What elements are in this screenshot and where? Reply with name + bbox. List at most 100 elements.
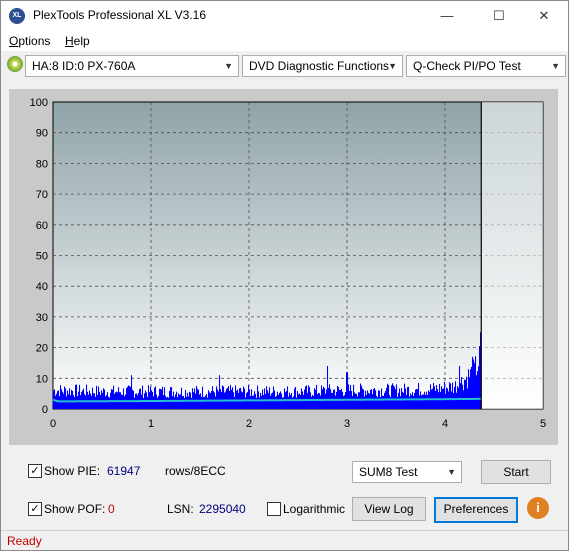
pie-bar bbox=[372, 394, 374, 409]
status-text: Ready bbox=[7, 534, 42, 548]
pie-bar bbox=[364, 396, 366, 409]
y-tick-label: 0 bbox=[42, 404, 48, 416]
pie-bar bbox=[98, 386, 100, 409]
chevron-down-icon: ▼ bbox=[224, 61, 233, 71]
pie-bar bbox=[59, 396, 61, 409]
pie-bar bbox=[239, 388, 241, 409]
pie-bar bbox=[113, 385, 115, 409]
pie-bar bbox=[320, 395, 322, 409]
pie-bar bbox=[398, 392, 400, 409]
pie-bar bbox=[160, 388, 162, 409]
pie-bar bbox=[369, 393, 371, 409]
pie-bar bbox=[290, 395, 292, 409]
pie-bar bbox=[453, 393, 455, 409]
chevron-down-icon: ▼ bbox=[388, 61, 397, 71]
pie-bar bbox=[95, 396, 97, 409]
show-pof-checkbox[interactable]: ✓ bbox=[28, 502, 42, 516]
show-pie-checkbox[interactable]: ✓ bbox=[28, 464, 42, 478]
logarithmic-label: Logarithmic bbox=[283, 502, 346, 516]
pie-bar bbox=[313, 395, 315, 409]
pie-bar bbox=[203, 396, 205, 409]
pie-bar bbox=[419, 395, 421, 409]
pie-bar bbox=[250, 396, 252, 409]
preferences-button[interactable]: Preferences bbox=[434, 497, 518, 523]
pie-bar bbox=[355, 393, 357, 409]
pie-bar bbox=[459, 366, 461, 409]
pie-bar bbox=[308, 385, 310, 409]
pie-bar bbox=[220, 389, 222, 409]
pie-bar bbox=[360, 383, 362, 409]
close-button[interactable]: ✕ bbox=[521, 1, 567, 31]
sum8-test-select[interactable]: SUM8 Test ▼ bbox=[352, 461, 462, 483]
pie-bar bbox=[158, 396, 160, 409]
pie-bar bbox=[273, 386, 275, 409]
show-pof-label: Show POF: bbox=[44, 502, 106, 516]
y-tick-label: 10 bbox=[36, 373, 48, 385]
pie-bar bbox=[411, 395, 413, 409]
pie-bar bbox=[207, 397, 209, 409]
pie-bar bbox=[194, 388, 196, 409]
pie-bar bbox=[167, 396, 169, 409]
pie-bar bbox=[388, 384, 390, 409]
pie-bar bbox=[228, 386, 230, 409]
pie-bar bbox=[150, 386, 152, 409]
pie-bar bbox=[374, 387, 376, 409]
pie-bar bbox=[226, 388, 228, 409]
menu-help-accel: H bbox=[65, 34, 74, 48]
pie-bar bbox=[262, 389, 264, 409]
pie-bar bbox=[449, 382, 451, 409]
start-button[interactable]: Start bbox=[481, 460, 551, 484]
pie-bar bbox=[418, 382, 420, 409]
x-axis-ticks: 0 1 2 3 4 5 bbox=[50, 418, 546, 430]
pie-bar bbox=[155, 386, 157, 409]
pie-bar bbox=[452, 382, 454, 409]
pie-bar bbox=[259, 397, 261, 409]
menu-options[interactable]: Options bbox=[9, 34, 50, 48]
pie-bar bbox=[243, 386, 245, 409]
pie-bar bbox=[393, 385, 395, 409]
pie-bar bbox=[263, 395, 265, 409]
pie-bar bbox=[64, 386, 66, 409]
pie-bar bbox=[174, 397, 176, 409]
view-log-button[interactable]: View Log bbox=[352, 497, 426, 521]
pie-bar bbox=[450, 383, 452, 409]
pie-bar bbox=[266, 386, 268, 409]
pie-bar bbox=[327, 366, 329, 409]
pie-bar bbox=[332, 392, 334, 409]
pie-bar bbox=[264, 388, 266, 409]
test-select[interactable]: Q-Check PI/PO Test ▼ bbox=[406, 55, 566, 77]
pie-bar bbox=[335, 395, 337, 409]
pie-bar bbox=[331, 392, 333, 409]
logarithmic-checkbox[interactable] bbox=[267, 502, 281, 516]
menu-help[interactable]: Help bbox=[65, 34, 90, 48]
drive-select[interactable]: HA:8 ID:0 PX-760A ▼ bbox=[25, 55, 239, 77]
maximize-button[interactable]: ☐ bbox=[476, 1, 522, 31]
pie-bar bbox=[448, 391, 450, 409]
menu-bar: Options Help bbox=[1, 31, 568, 51]
info-icon[interactable]: i bbox=[527, 497, 549, 519]
pie-bar bbox=[430, 384, 432, 409]
pie-bar bbox=[451, 391, 453, 409]
function-select[interactable]: DVD Diagnostic Functions ▼ bbox=[242, 55, 403, 77]
pie-bar bbox=[347, 372, 349, 409]
pie-bar bbox=[305, 386, 307, 409]
pie-bar bbox=[234, 397, 236, 409]
pie-bar bbox=[438, 392, 440, 409]
pie-bar bbox=[406, 394, 408, 409]
pie-bar bbox=[353, 384, 355, 409]
pie-bar bbox=[199, 394, 201, 409]
test-select-value: Q-Check PI/PO Test bbox=[413, 59, 521, 73]
pie-bar bbox=[139, 389, 141, 409]
pie-bar bbox=[287, 386, 289, 409]
chevron-down-icon: ▼ bbox=[551, 61, 560, 71]
menu-help-label: elp bbox=[73, 34, 90, 48]
pie-bar bbox=[324, 388, 326, 409]
pie-bar bbox=[161, 389, 163, 409]
pie-bar bbox=[133, 390, 135, 409]
pie-bar bbox=[172, 396, 174, 409]
pie-bar bbox=[92, 387, 94, 409]
pie-bar bbox=[445, 393, 447, 409]
pie-bar bbox=[414, 393, 416, 409]
y-tick-label: 70 bbox=[36, 189, 48, 201]
minimize-button[interactable]: — bbox=[424, 1, 470, 31]
